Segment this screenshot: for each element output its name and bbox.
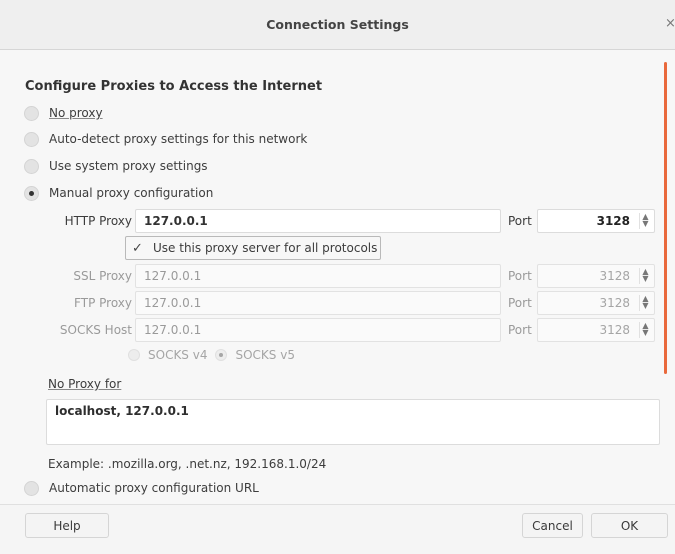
- http-port-input[interactable]: 3128 ▲ ▼: [537, 209, 655, 233]
- radio-label: Manual proxy configuration: [49, 186, 214, 200]
- use-for-all-checkbox-row[interactable]: ✓ Use this proxy server for all protocol…: [125, 236, 381, 260]
- socks-port-input[interactable]: 3128 ▲ ▼: [537, 318, 655, 342]
- socks-v4-label: SOCKS v4: [148, 348, 208, 362]
- ftp-port-value: 3128: [599, 296, 630, 310]
- ssl-proxy-input[interactable]: 127.0.0.1: [135, 264, 501, 288]
- no-proxy-label: No Proxy for: [48, 377, 122, 391]
- radio-button[interactable]: [24, 158, 39, 174]
- socks-port-value: 3128: [599, 323, 630, 337]
- radio-system-proxy[interactable]: Use system proxy settings: [24, 157, 208, 175]
- help-button[interactable]: Help: [25, 513, 109, 538]
- http-port-value: 3128: [596, 214, 630, 228]
- no-proxy-example: Example: .mozilla.org, .net.nz, 192.168.…: [48, 457, 327, 471]
- check-icon[interactable]: ✓: [130, 241, 145, 256]
- title-bar: Connection Settings ×: [0, 0, 675, 50]
- port-spinner[interactable]: ▲ ▼: [639, 213, 651, 229]
- dialog-title: Connection Settings: [266, 17, 409, 32]
- port-spinner[interactable]: ▲ ▼: [639, 295, 651, 311]
- socks-host-input[interactable]: 127.0.0.1: [135, 318, 501, 342]
- cancel-button[interactable]: Cancel: [522, 513, 583, 538]
- socks-version-group: SOCKS v4 SOCKS v5: [128, 348, 295, 362]
- radio-manual-proxy[interactable]: Manual proxy configuration: [24, 184, 213, 202]
- use-for-all-label: Use this proxy server for all protocols: [153, 241, 378, 255]
- radio-button[interactable]: [24, 480, 39, 496]
- http-port-label: Port: [508, 214, 532, 228]
- close-icon[interactable]: ×: [665, 16, 675, 31]
- ftp-proxy-input[interactable]: 127.0.0.1: [135, 291, 501, 315]
- socks-v5-label: SOCKS v5: [235, 348, 295, 362]
- radio-button[interactable]: [24, 131, 39, 147]
- socks-port-label: Port: [508, 323, 532, 337]
- radio-label: Auto-detect proxy settings for this netw…: [49, 132, 308, 146]
- ssl-port-input[interactable]: 3128 ▲ ▼: [537, 264, 655, 288]
- http-proxy-input[interactable]: 127.0.0.1: [135, 209, 501, 233]
- socks-v4-radio[interactable]: [128, 349, 140, 361]
- section-heading: Configure Proxies to Access the Internet: [25, 79, 323, 94]
- http-proxy-label: HTTP Proxy: [64, 214, 132, 228]
- radio-auto-config-url[interactable]: Automatic proxy configuration URL: [24, 479, 259, 497]
- port-spinner[interactable]: ▲ ▼: [639, 322, 651, 338]
- ftp-proxy-label: FTP Proxy: [74, 296, 132, 310]
- radio-label: Automatic proxy configuration URL: [49, 481, 259, 495]
- ssl-proxy-label: SSL Proxy: [73, 269, 132, 283]
- ssl-port-label: Port: [508, 269, 532, 283]
- socks-v5-radio[interactable]: [215, 349, 228, 361]
- radio-label: No proxy: [49, 106, 103, 120]
- radio-button-selected[interactable]: [24, 185, 39, 201]
- socks-host-label: SOCKS Host: [59, 323, 132, 337]
- ftp-port-input[interactable]: 3128 ▲ ▼: [537, 291, 655, 315]
- no-proxy-textarea[interactable]: localhost, 127.0.0.1: [46, 399, 660, 445]
- ok-button[interactable]: OK: [591, 513, 668, 538]
- ftp-port-label: Port: [508, 296, 532, 310]
- radio-label: Use system proxy settings: [49, 159, 208, 173]
- port-spinner[interactable]: ▲ ▼: [639, 268, 651, 284]
- ssl-port-value: 3128: [599, 269, 630, 283]
- radio-button[interactable]: [24, 105, 39, 121]
- radio-no-proxy[interactable]: No proxy: [24, 104, 103, 122]
- scrollbar[interactable]: [664, 62, 667, 374]
- radio-auto-detect[interactable]: Auto-detect proxy settings for this netw…: [24, 130, 307, 148]
